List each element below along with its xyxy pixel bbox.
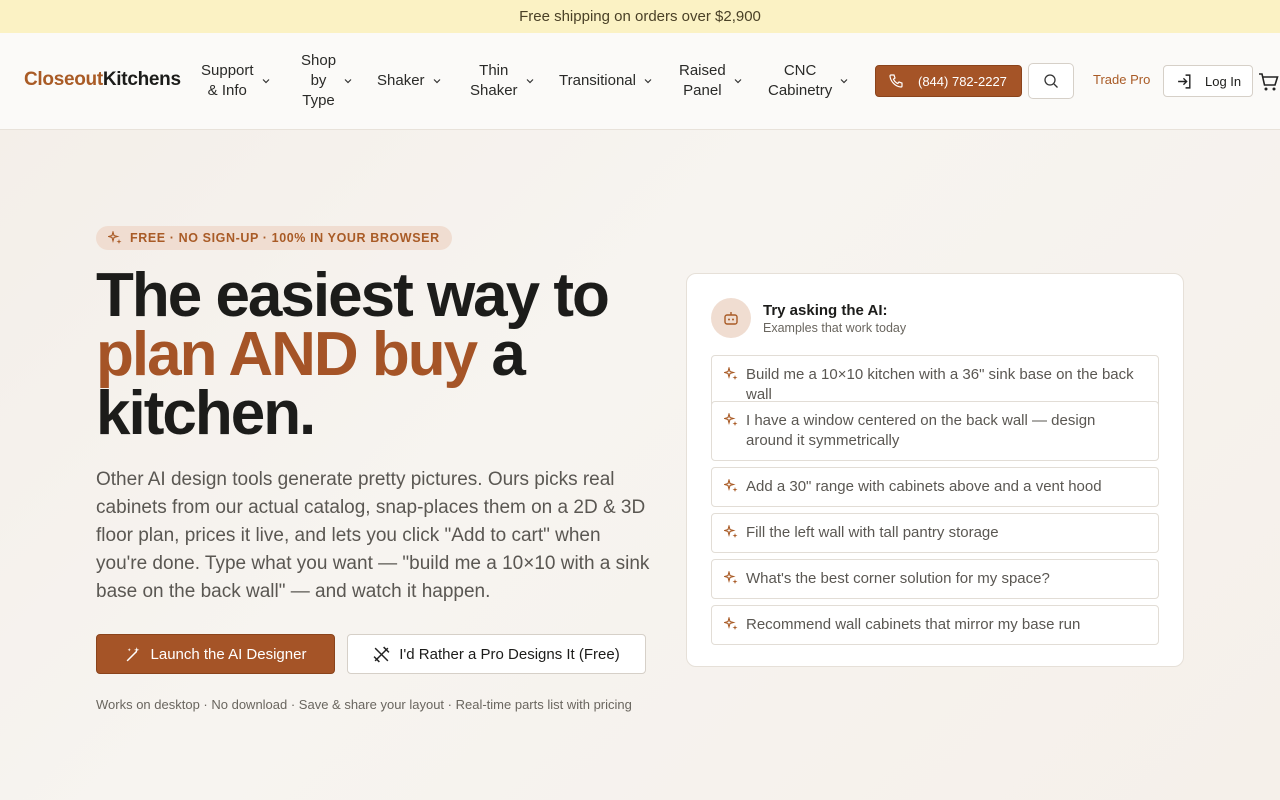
prompt-suggestion[interactable]: Add a 30" range with cabinets above and … [711, 467, 1159, 507]
prompt-text: What's the best corner solution for my s… [746, 570, 1050, 587]
chevron-down-icon [344, 79, 352, 84]
prompt-text: Fill the left wall with tall pantry stor… [746, 524, 999, 541]
card-title: Try asking the AI: [763, 302, 888, 319]
cta-primary-label: Launch the AI Designer [150, 645, 307, 663]
prompt-suggestion[interactable]: I have a window centered on the back wal… [711, 401, 1159, 461]
nav-label: CNC Cabinetry [768, 62, 833, 99]
nav-shop-by-type[interactable]: Shop by Type [301, 51, 352, 111]
launch-ai-designer-button[interactable]: Launch the AI Designer [96, 634, 335, 674]
phone-number: (844) 782-2227 [918, 73, 1007, 89]
sparkle-icon [724, 525, 738, 538]
sparkle-icon [724, 367, 738, 380]
nav-transitional[interactable]: Transitional [559, 71, 652, 91]
prompt-text: Build me a 10×10 kitchen with a 36" sink… [746, 366, 1134, 403]
cta-secondary-label: I'd Rather a Pro Designs It (Free) [399, 645, 620, 663]
nav-label: Shaker [377, 72, 425, 89]
prompt-text: Recommend wall cabinets that mirror my b… [746, 616, 1081, 633]
nav-label: Shop by Type [301, 52, 337, 109]
tools-icon [373, 646, 390, 662]
pro-design-button[interactable]: I'd Rather a Pro Designs It (Free) [347, 634, 646, 674]
logo-part-kitchens: Kitchens [102, 69, 181, 90]
nav-label: Thin Shaker [470, 62, 518, 99]
sparkle-icon [724, 413, 738, 426]
sparkle-icon [108, 231, 122, 244]
sparkle-icon [724, 617, 738, 630]
magic-wand-icon [126, 646, 139, 661]
nav-label: Raised Panel [679, 62, 726, 99]
nav-thin-shaker[interactable]: Thin Shaker [470, 61, 534, 101]
hero-description: Other AI design tools generate pretty pi… [96, 469, 650, 602]
top-navigation: CloseoutKitchens Support & Info Shop by Typ… [0, 33, 1280, 130]
hero-headline: The easiest way to plan AND buy a kitche… [96, 261, 610, 448]
trade-pro-link[interactable]: Trade Pro [1093, 72, 1150, 87]
login-label: Log In [1205, 73, 1242, 89]
chevron-down-icon [526, 79, 533, 84]
nav-label: Transitional [559, 72, 636, 89]
chevron-down-icon [840, 79, 848, 84]
bot-avatar [711, 298, 751, 338]
promo-banner: Free shipping on orders over $2,900 [0, 0, 1280, 33]
prompt-text: Add a 30" range with cabinets above and … [746, 478, 1102, 495]
prompt-suggestion[interactable]: Fill the left wall with tall pantry stor… [711, 513, 1159, 553]
bot-icon [724, 312, 738, 325]
chevron-down-icon [734, 79, 742, 84]
chevron-down-icon [644, 79, 652, 84]
nav-label: Support & Info [201, 62, 254, 99]
nav-cnc-cabinetry[interactable]: CNC Cabinetry [768, 61, 848, 101]
site-logo[interactable]: CloseoutKitchens [24, 69, 181, 91]
phone-icon [889, 74, 903, 88]
nav-shaker[interactable]: Shaker [377, 71, 441, 91]
prompt-text: I have a window centered on the back wal… [746, 412, 1096, 449]
promo-text: Free shipping on orders over $2,900 [519, 8, 761, 25]
sparkle-icon [724, 479, 738, 492]
phone-button[interactable]: (844) 782-2227 [875, 65, 1022, 97]
chevron-down-icon [262, 79, 269, 84]
logo-part-closeout: Closeout [24, 69, 103, 90]
prompt-suggestion[interactable]: What's the best corner solution for my s… [711, 559, 1159, 599]
badge-text: FREE · NO SIGN-UP · 100% IN YOUR BROWSER [130, 231, 440, 245]
sparkle-icon [724, 571, 738, 584]
prompt-suggestion[interactable]: Recommend wall cabinets that mirror my b… [711, 605, 1159, 645]
nav-support-info[interactable]: Support & Info [201, 61, 270, 101]
card-subtitle: Examples that work today [763, 321, 907, 335]
cart-icon[interactable] [1258, 71, 1280, 93]
login-button[interactable]: Log In [1163, 65, 1253, 97]
chevron-down-icon [433, 79, 440, 84]
feature-list: Works on desktop · No download · Save & … [96, 697, 632, 712]
ai-suggestions-card: Try asking the AI: Examples that work to… [686, 273, 1184, 667]
hero-badge: FREE · NO SIGN-UP · 100% IN YOUR BROWSER [96, 226, 452, 250]
search-button[interactable] [1028, 63, 1074, 99]
nav-raised-panel[interactable]: Raised Panel [679, 61, 742, 101]
login-icon [1178, 73, 1191, 89]
search-icon [1044, 74, 1058, 88]
